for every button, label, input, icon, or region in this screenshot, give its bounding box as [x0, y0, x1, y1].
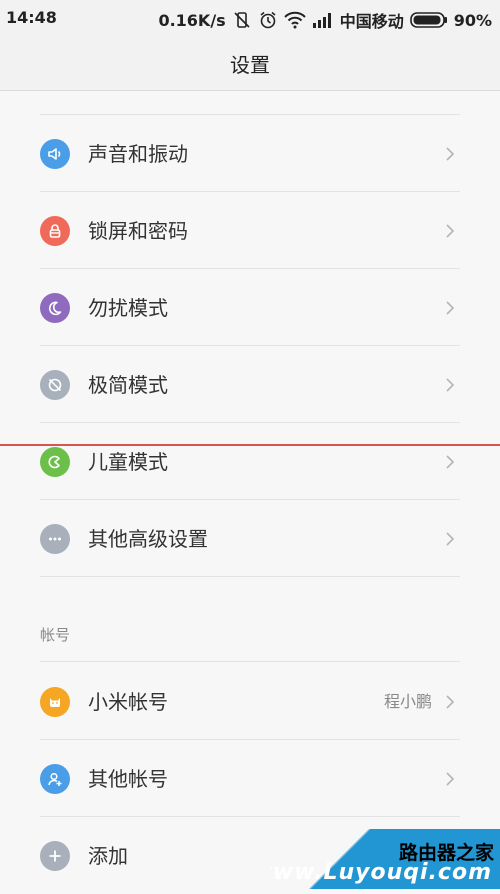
chevron-right-icon — [446, 378, 455, 392]
settings-item-dnd[interactable]: 勿扰模式 — [0, 269, 500, 346]
account-item-label: 添加 — [88, 844, 128, 868]
account-item-mi[interactable]: 小米帐号 程小鹏 — [0, 663, 500, 740]
moon-icon — [40, 293, 70, 323]
battery-icon — [409, 12, 448, 28]
carrier-name: 中国移动 — [339, 12, 404, 31]
settings-item-label: 其他高级设置 — [88, 527, 208, 551]
settings-item-label: 锁屏和密码 — [88, 219, 188, 243]
settings-item-label: 声音和振动 — [88, 142, 188, 166]
account-item-label: 小米帐号 — [88, 690, 168, 714]
mi-account-icon — [40, 687, 70, 717]
chevron-right-icon — [446, 695, 455, 709]
wifi-icon — [283, 11, 306, 29]
chevron-right-icon — [446, 772, 455, 786]
divider — [40, 661, 460, 662]
settings-item-child-mode[interactable]: 儿童模式 — [0, 423, 500, 500]
settings-item-label: 极简模式 — [88, 373, 168, 397]
chevron-right-icon — [446, 224, 455, 238]
divider — [40, 576, 460, 577]
settings-item-sound[interactable]: 声音和振动 — [0, 115, 500, 192]
lock-icon — [40, 216, 70, 246]
settings-item-lock[interactable]: 锁屏和密码 — [0, 192, 500, 269]
settings-item-advanced[interactable]: 其他高级设置 — [0, 500, 500, 577]
battery-percent: 90% — [453, 10, 492, 30]
child-mode-icon — [40, 447, 70, 477]
signal-icon — [312, 12, 334, 28]
alarm-icon — [258, 10, 278, 30]
network-speed: 0.16K/s — [158, 10, 226, 30]
account-item-other[interactable]: 其他帐号 — [0, 740, 500, 817]
settings-item-label: 勿扰模式 — [88, 296, 168, 320]
chevron-right-icon — [446, 455, 455, 469]
simple-mode-icon — [40, 370, 70, 400]
section-header-accounts: 帐号 — [40, 626, 71, 644]
watermark-url: www.Luyouqi.com — [270, 860, 492, 885]
more-icon — [40, 524, 70, 554]
annotation-line — [0, 444, 500, 446]
settings-item-label: 儿童模式 — [88, 450, 168, 474]
status-time: 14:48 — [6, 8, 57, 27]
add-icon — [40, 841, 70, 871]
chevron-right-icon — [446, 532, 455, 546]
person-add-icon — [40, 764, 70, 794]
speaker-icon — [40, 139, 70, 169]
title-bar: 设置 — [0, 36, 500, 91]
chevron-right-icon — [446, 301, 455, 315]
chevron-right-icon — [446, 147, 455, 161]
watermark: 路由器之家 www.Luyouqi.com — [270, 829, 500, 889]
settings-item-simple-mode[interactable]: 极简模式 — [0, 346, 500, 423]
vibrate-off-icon — [232, 10, 252, 30]
status-bar: 14:48 0.16K/s 中国移动 90% — [0, 0, 500, 36]
page-title: 设置 — [230, 52, 270, 77]
status-indicators: 0.16K/s 中国移动 90% — [158, 8, 492, 32]
account-username: 程小鹏 — [383, 692, 432, 711]
account-item-label: 其他帐号 — [88, 767, 168, 791]
